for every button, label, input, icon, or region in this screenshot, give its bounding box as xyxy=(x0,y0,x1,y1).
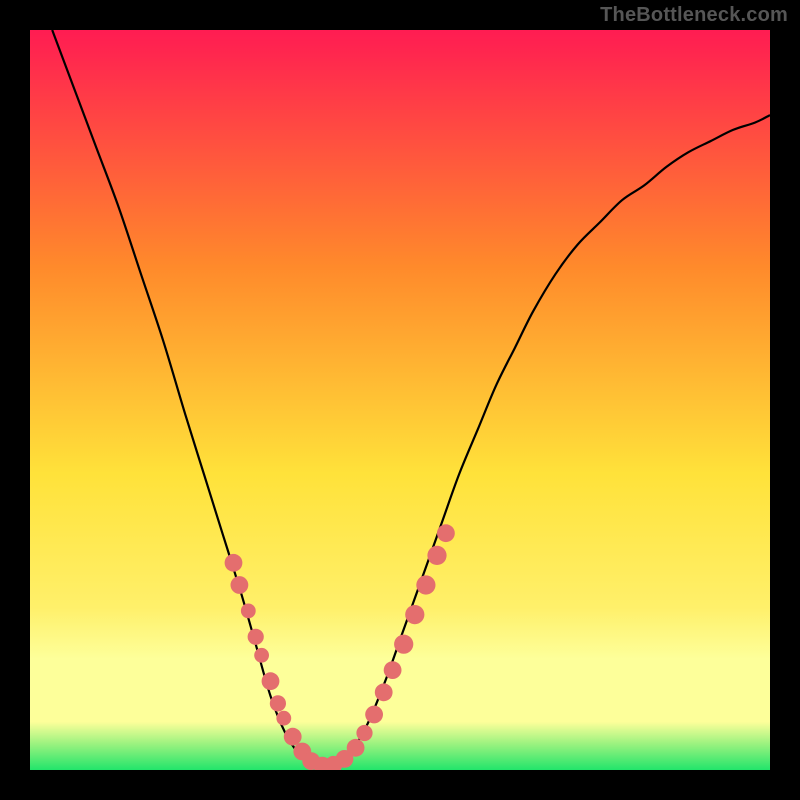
curve-marker xyxy=(248,629,264,645)
curve-marker xyxy=(254,648,269,663)
curve-marker xyxy=(276,711,291,726)
curve-marker xyxy=(365,706,383,724)
curve-marker xyxy=(270,695,286,711)
chart-frame: TheBottleneck.com xyxy=(0,0,800,800)
curve-marker xyxy=(416,575,435,594)
source-caption: TheBottleneck.com xyxy=(600,4,788,27)
curve-marker xyxy=(384,661,402,679)
curve-marker xyxy=(284,728,302,746)
curve-marker xyxy=(427,546,446,565)
curve-marker xyxy=(437,524,455,542)
curve-marker xyxy=(375,683,393,701)
curve-marker xyxy=(356,725,372,741)
curve-marker xyxy=(394,635,413,654)
curve-marker xyxy=(231,576,249,594)
curve-marker xyxy=(405,605,424,624)
curve-marker xyxy=(262,672,280,690)
curve-marker xyxy=(241,604,256,619)
curve-marker xyxy=(225,554,243,572)
curve-markers xyxy=(225,524,455,770)
plot-area xyxy=(30,30,770,770)
chart-overlay xyxy=(30,30,770,770)
bottleneck-curve xyxy=(52,30,770,768)
curve-marker xyxy=(347,739,365,757)
